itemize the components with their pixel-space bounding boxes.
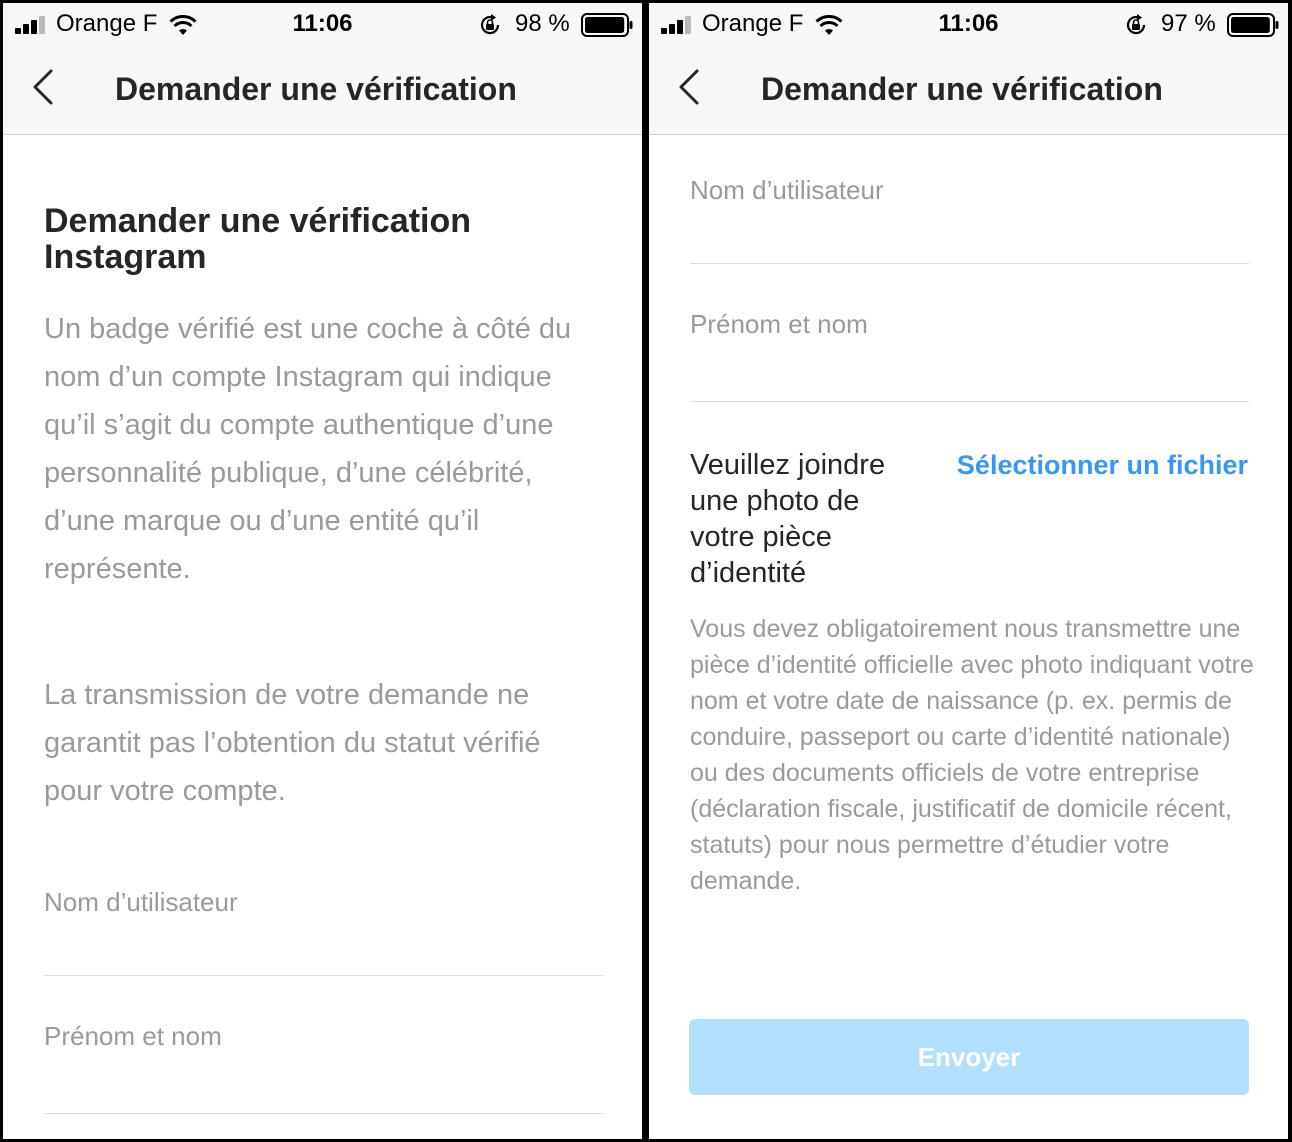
battery-percentage: 97 %: [1161, 10, 1216, 37]
fullname-placeholder: Prénom et nom: [690, 309, 868, 339]
page-title: Demander une vérification: [761, 71, 1163, 107]
battery-icon: [581, 13, 633, 37]
fullname-field[interactable]: Prénom et nom: [44, 1021, 603, 1114]
status-bar: Orange F 11:06 97 %: [649, 3, 1288, 47]
navigation-bar: Demander une vérification: [3, 47, 642, 135]
username-placeholder: Nom d’utilisateur: [690, 175, 884, 205]
fullname-field[interactable]: Prénom et nom: [690, 309, 1249, 402]
orientation-lock-icon: [480, 14, 500, 35]
back-button[interactable]: [25, 65, 65, 109]
back-button[interactable]: [671, 65, 711, 109]
select-file-link[interactable]: Sélectionner un fichier: [957, 450, 1248, 481]
orientation-lock-icon: [1126, 14, 1146, 35]
navigation-bar: Demander une vérification: [649, 47, 1288, 135]
chevron-left-icon: [679, 69, 699, 105]
intro-paragraph: Un badge vérifié est une coche à côté du…: [44, 313, 572, 585]
verification-heading: Demander une vérification Instagram: [44, 202, 472, 276]
battery-percentage: 98 %: [515, 10, 570, 37]
screen-left: Orange F 11:06 98 % Demander une vérific…: [3, 3, 642, 1139]
page-title: Demander une vérification: [115, 71, 517, 107]
chevron-left-icon: [33, 69, 53, 105]
status-bar: Orange F 11:06 98 %: [3, 3, 642, 47]
id-requirements-text: Vous devez obligatoirement nous transmet…: [690, 615, 1254, 895]
username-placeholder: Nom d’utilisateur: [44, 887, 238, 917]
id-photo-label: Veuillez joindre une photo de votre pièc…: [690, 449, 886, 589]
disclaimer-paragraph: La transmission de votre demande ne gara…: [44, 679, 541, 807]
screen-right: Orange F 11:06 97 % Demander une vérific…: [649, 3, 1288, 1139]
username-field[interactable]: Nom d’utilisateur: [44, 887, 603, 976]
fullname-placeholder: Prénom et nom: [44, 1021, 222, 1051]
battery-icon: [1227, 13, 1279, 37]
submit-button[interactable]: Envoyer: [689, 1019, 1249, 1095]
username-field[interactable]: Nom d’utilisateur: [690, 175, 1249, 264]
